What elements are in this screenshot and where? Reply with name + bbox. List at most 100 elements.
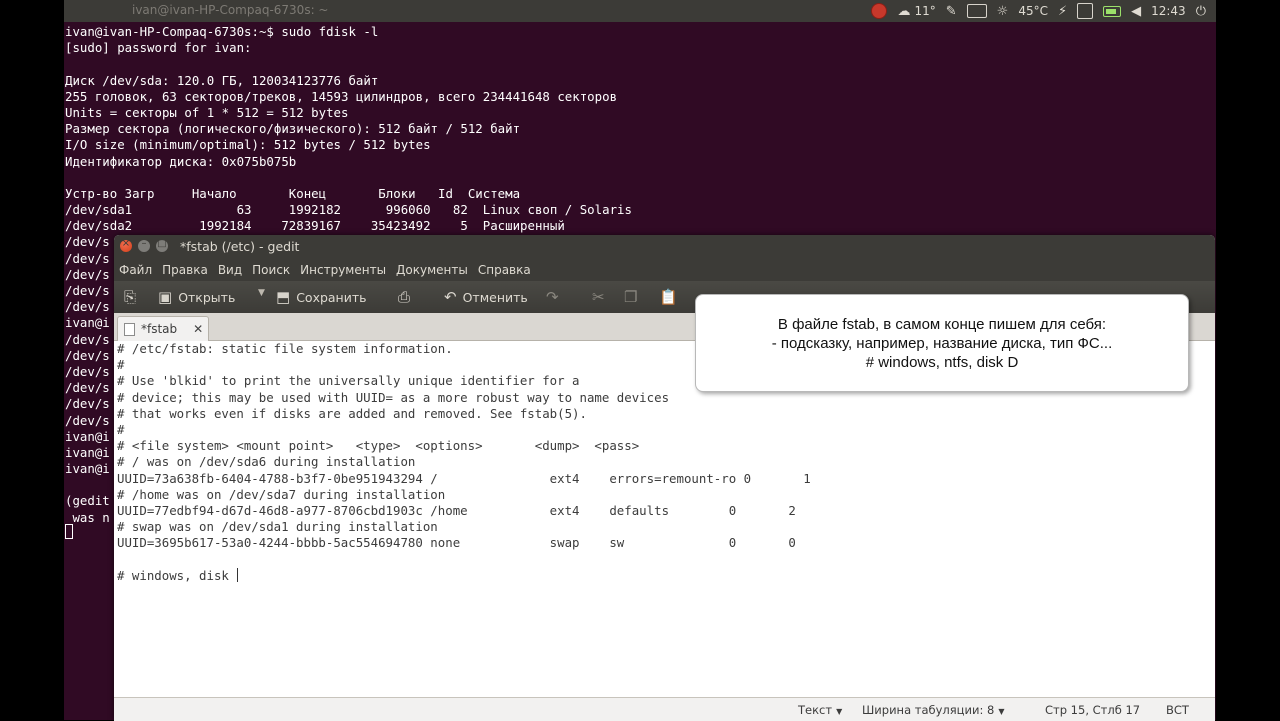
editor-line-text: # / was on /dev/sda6 during installation (117, 454, 416, 470)
menu-bar: Файл Правка Вид Поиск Инструменты Докуме… (114, 259, 1215, 281)
menu-file[interactable]: Файл (114, 263, 157, 277)
editor-line[interactable]: # that works even if disks are added and… (117, 406, 811, 422)
editor-line[interactable]: UUID=73a638fb-6404-4788-b3f7-0be95194329… (117, 471, 811, 487)
weather-temperature[interactable]: 11° (914, 4, 935, 18)
editor-line-text: # /etc/fstab: static file system informa… (117, 341, 453, 356)
pen-icon[interactable]: ✎ (946, 4, 957, 19)
tab-fstab[interactable]: *fstab ✕ (117, 316, 209, 341)
editor-line-text: # device; this may be used with UUID= as… (117, 389, 670, 405)
save-button[interactable]: ⬒ Сохранить (276, 288, 367, 306)
terminal-line: /dev/sda1 63 1992182 996060 82 Linux сво… (65, 202, 632, 218)
print-icon: ⎙ (398, 288, 411, 306)
save-icon: ⬒ (276, 288, 291, 306)
terminal-line: Размер сектора (логического/физического)… (65, 121, 521, 137)
editor-line-text: UUID=3695b617-53a0-4244-bbbb-5ac55469478… (117, 535, 796, 551)
terminal-line: Идентификатор диска: 0x075b075b (65, 153, 297, 169)
menu-view[interactable]: Вид (213, 263, 247, 277)
print-button[interactable]: ⎙ (398, 288, 416, 306)
text-editor[interactable]: # /etc/fstab: static file system informa… (114, 341, 1215, 697)
tab-width-label: Ширина табуляции: 8 (862, 703, 995, 717)
editor-line[interactable]: UUID=3695b617-53a0-4244-bbbb-5ac55469478… (117, 535, 811, 551)
maximize-icon: □ (157, 238, 167, 249)
copy-button[interactable]: ❐ (624, 288, 643, 306)
cut-button[interactable]: ✂ (592, 288, 611, 306)
editor-line[interactable]: # swap was on /dev/sda1 during installat… (117, 519, 811, 535)
tab-width-selector[interactable]: Ширина табуляции: 8 ▼ (862, 703, 1004, 717)
terminal-cursor (65, 524, 73, 539)
editor-line[interactable] (117, 551, 811, 567)
open-label: Открыть (178, 289, 236, 305)
terminal-line: I/O size (minimum/optimal): 512 bytes / … (65, 137, 431, 153)
redo-button[interactable]: ↷ (546, 288, 565, 306)
chevron-down-icon: ▼ (836, 707, 843, 716)
maximize-window-button[interactable]: □ (156, 238, 168, 252)
menu-search[interactable]: Поиск (247, 263, 295, 277)
weather-icon[interactable]: ☁ (897, 4, 910, 19)
terminal-line: 255 головок, 63 секторов/треков, 14593 ц… (65, 88, 618, 104)
cpu-temperature[interactable]: 45°C (1018, 4, 1048, 18)
editor-line-text: # /home was on /dev/sda7 during installa… (117, 486, 446, 502)
menu-tools[interactable]: Инструменты (295, 263, 391, 277)
minimize-window-button[interactable]: – (138, 238, 150, 252)
minimize-icon: – (141, 238, 147, 249)
undo-icon: ↶ (444, 288, 457, 306)
close-window-button[interactable]: × (120, 238, 132, 252)
open-button[interactable]: ▣ Открыть (158, 288, 235, 306)
editor-line-text: # (117, 421, 125, 437)
window-title: *fstab (/etc) - gedit (180, 239, 300, 254)
undo-button[interactable]: ↶ Отменить (444, 288, 528, 306)
network-icon[interactable]: ⚡ (1058, 4, 1067, 19)
terminal-line: Диск /dev/sda: 120.0 ГБ, 120034123776 ба… (65, 72, 379, 88)
paste-icon: 📋 (659, 288, 678, 306)
editor-line[interactable]: # /home was on /dev/sda7 during installa… (117, 487, 811, 503)
clock[interactable]: 12:43 (1151, 4, 1186, 18)
editor-line[interactable]: # <file system> <mount point> <type> <op… (117, 438, 811, 454)
syntax-mode-selector[interactable]: Текст ▼ (798, 703, 842, 717)
terminal-line: Units = секторы of 1 * 512 = 512 bytes (65, 104, 349, 120)
brightness-icon[interactable]: ☼ (997, 4, 1009, 19)
record-indicator-icon[interactable] (871, 3, 888, 19)
terminal-line: ivan@ivan-HP-Compaq-6730s:~$ sudo fdisk … (65, 24, 379, 39)
terminal-line: /dev/sda2 1992184 72839167 35423492 5 Ра… (65, 218, 565, 234)
chevron-down-icon: ▼ (258, 288, 265, 298)
terminal-line: Устр-во Загр Начало Конец Блоки Id Систе… (65, 185, 521, 201)
copy-icon: ❐ (624, 288, 638, 306)
redo-icon: ↷ (546, 288, 559, 306)
editor-line[interactable]: # (117, 422, 811, 438)
open-icon: ▣ (158, 288, 173, 306)
document-icon (124, 322, 135, 336)
callout-line-1: В файле fstab, в самом конце пишем для с… (777, 316, 1107, 333)
new-document-button[interactable]: ⎘ (124, 288, 142, 306)
battery-icon[interactable] (1103, 5, 1122, 17)
editor-line[interactable]: UUID=77edbf94-d67d-46d8-a977-8706cbd1903… (117, 503, 811, 519)
callout-line-2: - подсказку, например, название диска, т… (771, 335, 1113, 352)
editor-line-text: # that works even if disks are added and… (117, 405, 587, 421)
power-icon[interactable]: ⏻ (1196, 4, 1206, 19)
close-icon: × (121, 238, 131, 249)
system-tray: ☁ 11° ✎ ☼ 45°C ⚡ ◀ 12:43 ⏻ (871, 0, 1216, 22)
menu-edit[interactable]: Правка (157, 263, 213, 277)
open-dropdown-button[interactable]: ▼ (250, 288, 265, 298)
active-window-title: ivan@ivan-HP-Compaq-6730s: ~ (132, 3, 329, 17)
editor-line-text: # windows, disk (117, 567, 237, 583)
paste-button[interactable]: 📋 (659, 288, 684, 306)
window-titlebar[interactable]: × – □ *fstab (/etc) - gedit (114, 235, 1215, 259)
editor-line-text: # <file system> <mount point> <type> <op… (117, 438, 640, 454)
menu-documents[interactable]: Документы (391, 263, 473, 277)
keyboard-layout-icon[interactable] (1077, 3, 1094, 19)
top-panel: ivan@ivan-HP-Compaq-6730s: ~ ☁ 11° ✎ ☼ 4… (64, 0, 1216, 22)
editor-line-text: # swap was on /dev/sda1 during installat… (117, 519, 438, 535)
editor-line-text: # (117, 357, 125, 373)
volume-icon[interactable]: ◀ (1131, 4, 1141, 19)
insert-mode: ВСТ (1166, 703, 1189, 717)
syntax-mode-label: Текст (798, 703, 833, 717)
close-tab-icon[interactable]: ✕ (193, 322, 203, 336)
callout-line-3: # windows, ntfs, disk D (865, 354, 1019, 371)
editor-line-text: # Use 'blkid' to print the universally u… (117, 373, 580, 389)
editor-line[interactable]: # / was on /dev/sda6 during installation (117, 454, 811, 470)
display-indicator-icon[interactable] (966, 4, 987, 18)
editor-line[interactable]: # windows, disk (117, 567, 811, 584)
menu-help[interactable]: Справка (473, 263, 536, 277)
